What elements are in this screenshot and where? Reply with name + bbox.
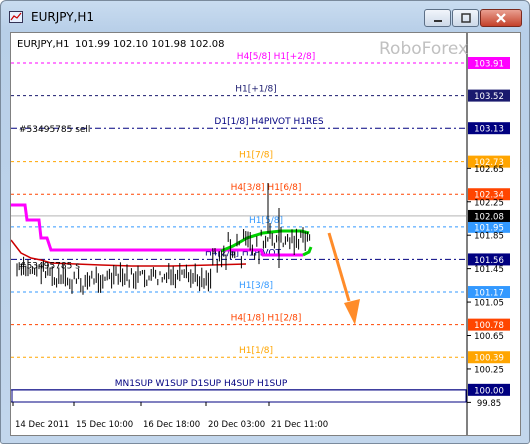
murrey-level-label: H1[3/8] xyxy=(239,281,273,291)
price-tick-label: 101.45 xyxy=(474,265,504,275)
price-tick-label: 102.25 xyxy=(474,198,504,208)
price-level-tag-text: 103.91 xyxy=(474,60,504,70)
price-level-tag-text: 100.39 xyxy=(474,354,504,364)
minimize-icon xyxy=(433,20,442,22)
price-tick-label: 100.25 xyxy=(474,365,504,375)
maximize-icon xyxy=(460,13,471,23)
price-level-tag-text: 101.17 xyxy=(474,289,504,299)
price-chart[interactable]: EURJPY,H1 101.99 102.10 101.98 102.08 Ro… xyxy=(10,33,520,435)
price-level-tag-text: 100.00 xyxy=(474,386,504,396)
chart-symbol-label: EURJPY,H1 xyxy=(17,39,70,50)
murrey-level-label: H1[7/8] xyxy=(239,151,273,161)
murrey-level-label: MN1SUP W1SUP D1SUP H4SUP H1SUP xyxy=(115,379,288,389)
time-tick-label: 16 Dec 18:00 xyxy=(143,420,200,430)
terminal-window: EURJPY,H1 EURJPY,H1 101.99 102.10 101.98… xyxy=(0,0,530,444)
time-tick-label: 21 Dec 11:00 xyxy=(271,420,328,430)
price-tick-label: 102.65 xyxy=(474,165,504,175)
title-bar[interactable]: EURJPY,H1 xyxy=(1,1,529,31)
price-level-tag-text: 103.13 xyxy=(474,125,504,135)
close-button[interactable] xyxy=(480,9,522,27)
murrey-level-label: H4[3/8] H1[6/8] xyxy=(231,183,302,193)
chart-ohlc-label: 101.99 102.10 101.98 102.08 xyxy=(75,39,225,50)
murrey-level-label: H1[+1/8] xyxy=(235,85,277,95)
price-tick-label: 99.85 xyxy=(477,399,501,409)
trade-label: #53495785 s xyxy=(19,261,80,271)
murrey-level-label: H4[1/8] H1[2/8] xyxy=(231,314,302,324)
close-icon xyxy=(496,13,506,23)
time-tick-label: 14 Dec 2011 xyxy=(15,420,69,430)
maximize-button[interactable] xyxy=(452,9,479,27)
murrey-level-label: H4[5/8] H1[+2/8] xyxy=(237,52,315,62)
window-title: EURJPY,H1 xyxy=(31,10,95,24)
time-tick-label: 15 Dec 10:00 xyxy=(76,420,133,430)
watermark-logo: RoboForex xyxy=(379,39,468,59)
murrey-level-label: H1[1/8] xyxy=(239,346,273,356)
price-tick-label: 100.65 xyxy=(474,332,504,342)
time-tick-label: 20 Dec 03:00 xyxy=(208,420,265,430)
trade-label: #53495785 sell xyxy=(19,125,90,135)
price-level-tag-text: 103.52 xyxy=(474,92,504,102)
price-tick-label: 101.05 xyxy=(474,299,504,309)
murrey-level-label: D1[1/8] H4PIVOT H1RES xyxy=(214,117,323,127)
murrey-level-label: H1[5/8] xyxy=(249,216,283,226)
chart-area[interactable]: EURJPY,H1 101.99 102.10 101.98 102.08 Ro… xyxy=(10,32,521,436)
price-tick-label: 101.85 xyxy=(474,232,504,242)
chart-window-icon xyxy=(9,11,23,23)
price-level-tag-text: 100.78 xyxy=(474,321,504,331)
current-price-text: 102.08 xyxy=(474,212,504,222)
minimize-button[interactable] xyxy=(424,9,451,27)
